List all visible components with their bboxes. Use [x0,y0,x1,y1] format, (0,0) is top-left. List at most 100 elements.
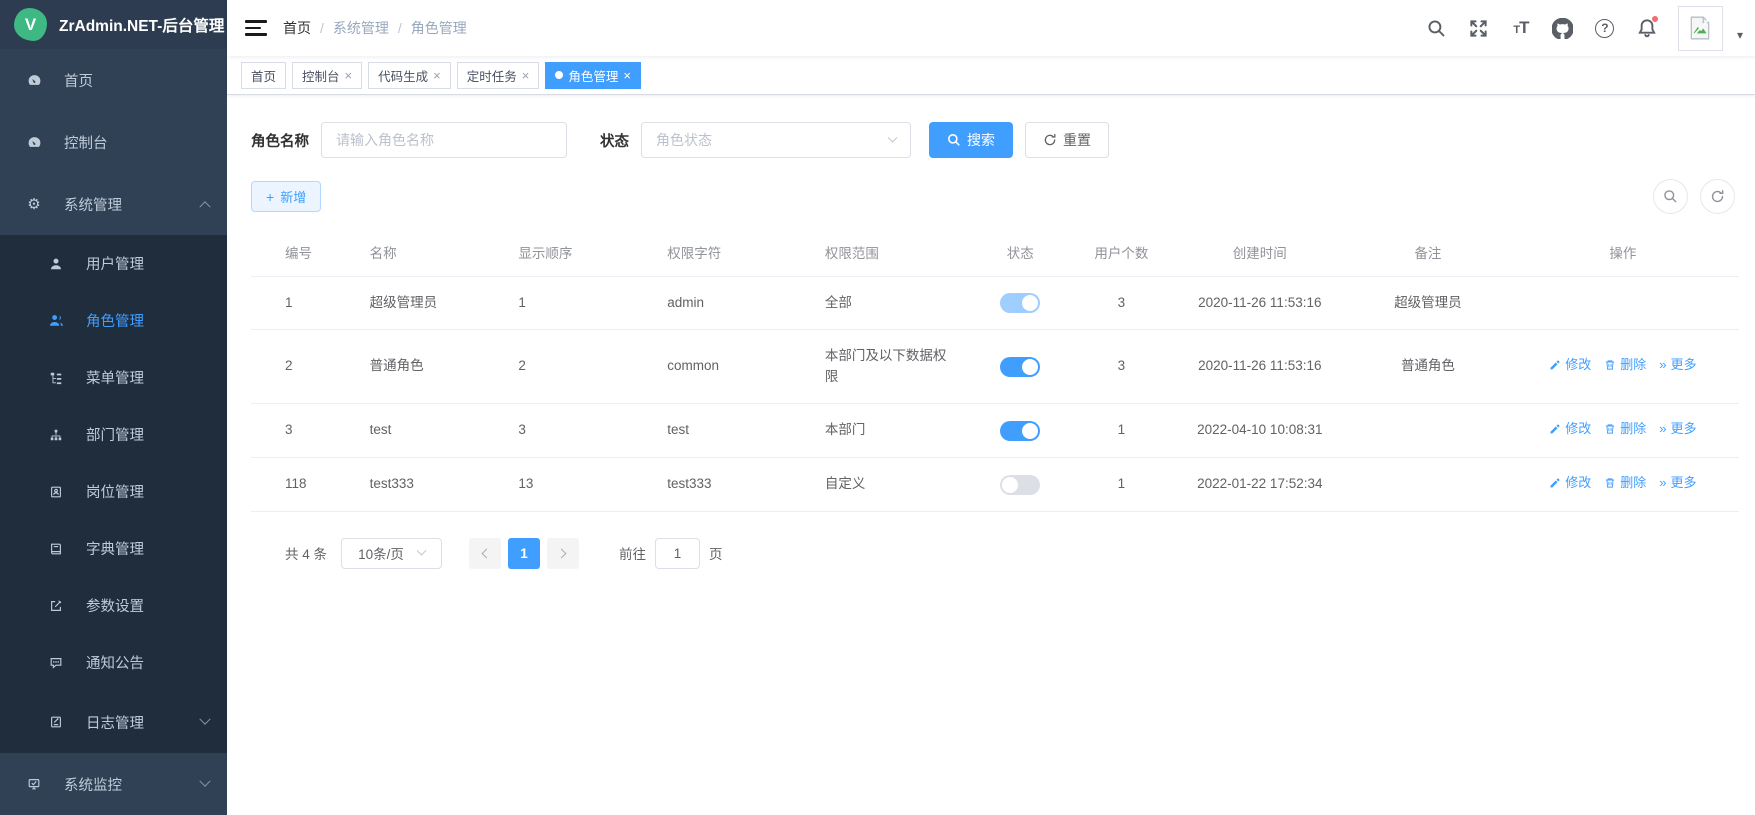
status-toggle[interactable] [1000,421,1040,441]
toggle-search-button[interactable] [1653,179,1688,214]
tab-label: 首页 [251,66,276,85]
more-link[interactable]: »更多 [1659,419,1696,440]
table-row: 118 test333 13 test333 自定义 1 2022-01-22 … [251,457,1739,511]
cell-users: 1 [1072,403,1170,457]
search-icon[interactable] [1420,8,1454,48]
main-area: 首页 / 系统管理 / 角色管理 TT [227,0,1755,815]
close-icon[interactable]: × [623,69,631,82]
app-root: V ZrAdmin.NET-后台管理 首页 控制台 ⚙ 系统管理 [0,0,1755,815]
tab-roles[interactable]: 角色管理 × [545,62,641,89]
tab-scheduled-tasks[interactable]: 定时任务 × [457,62,540,89]
sidebar-item-console[interactable]: 控制台 [0,111,227,173]
sidebar-menu: 首页 控制台 ⚙ 系统管理 用户管理 [0,49,227,815]
next-page-button[interactable] [547,538,579,569]
more-icon: » [1659,419,1666,440]
sidebar-item-posts[interactable]: 岗位管理 [0,463,227,520]
delete-link[interactable]: 删除 [1604,419,1646,440]
more-link[interactable]: »更多 [1659,355,1696,376]
tab-codegen[interactable]: 代码生成 × [368,62,451,89]
sidebar-item-parameters[interactable]: 参数设置 [0,577,227,634]
col-header-scope: 权限范围 [815,228,968,277]
close-icon[interactable]: × [433,69,441,82]
sidebar-item-label: 控制台 [64,132,108,153]
cell-scope: 自定义 [815,457,968,511]
cell-id: 3 [251,403,360,457]
sidebar-item-label: 首页 [64,70,93,91]
chevron-down-icon [199,714,210,725]
sidebar-collapse-icon[interactable] [245,18,267,38]
user-icon [48,256,64,272]
monitor-icon [26,776,42,792]
more-link[interactable]: »更多 [1659,473,1696,494]
help-icon[interactable]: ? [1588,8,1622,48]
tab-home[interactable]: 首页 [241,62,286,89]
sidebar-item-menus[interactable]: 菜单管理 [0,349,227,406]
status-toggle[interactable] [1000,357,1040,377]
close-icon[interactable]: × [345,69,353,82]
fullscreen-icon[interactable] [1462,8,1496,48]
avatar[interactable] [1678,6,1723,51]
comment-icon [48,655,64,671]
caret-down-icon[interactable]: ▾ [1737,28,1743,42]
cell-scope: 本部门 [815,403,968,457]
font-size-icon[interactable]: TT [1504,8,1538,48]
chevron-down-icon [416,545,426,555]
close-icon[interactable]: × [522,69,530,82]
cell-order: 13 [508,457,657,511]
badge-icon [48,484,64,500]
sidebar-group-monitor[interactable]: 系统监控 [0,753,227,815]
edit-link[interactable]: 修改 [1549,473,1591,494]
github-icon[interactable] [1546,8,1580,48]
col-header-status: 状态 [968,228,1072,277]
cell-name: 超级管理员 [360,277,509,330]
breadcrumb-home[interactable]: 首页 [283,18,311,38]
chevron-up-icon [199,201,210,212]
breadcrumb-separator: / [320,20,324,36]
status-toggle[interactable] [1000,475,1040,495]
prev-page-button[interactable] [469,538,501,569]
refresh-button[interactable] [1700,179,1735,214]
sidebar-item-dictionary[interactable]: 字典管理 [0,520,227,577]
sidebar-item-label: 系统管理 [64,194,122,215]
sidebar-item-label: 用户管理 [86,253,144,274]
cell-id: 2 [251,329,360,403]
cell-created: 2022-04-10 10:08:31 [1171,403,1350,457]
reset-button[interactable]: 重置 [1025,122,1109,158]
sidebar-item-roles[interactable]: 角色管理 [0,292,227,349]
delete-link[interactable]: 删除 [1604,355,1646,376]
search-button[interactable]: 搜索 [929,122,1013,158]
plus-icon: + [266,189,274,205]
cell-remark: 超级管理员 [1349,277,1507,330]
tab-label: 控制台 [302,66,340,85]
page-size-select[interactable]: 10条/页 [341,538,442,569]
sidebar-item-label: 通知公告 [86,652,144,673]
page-number-button[interactable]: 1 [508,538,540,569]
role-name-input[interactable] [321,122,567,158]
sidebar-item-users[interactable]: 用户管理 [0,235,227,292]
tab-label: 定时任务 [467,66,517,85]
cell-perm: admin [657,277,815,330]
sidebar-item-home[interactable]: 首页 [0,49,227,111]
status-toggle[interactable] [1000,293,1040,313]
sidebar-group-logs[interactable]: 日志管理 [0,691,227,753]
sidebar-item-notices[interactable]: 通知公告 [0,634,227,691]
goto-page-input[interactable] [655,538,700,569]
bell-icon[interactable] [1630,8,1664,48]
tab-console[interactable]: 控制台 × [292,62,362,89]
more-icon: » [1659,473,1666,494]
cell-remark [1349,457,1507,511]
more-icon: » [1659,355,1666,376]
cell-name: test333 [360,457,509,511]
delete-link[interactable]: 删除 [1604,473,1646,494]
sidebar-item-label: 部门管理 [86,424,144,445]
status-select[interactable]: 角色状态 [641,122,911,158]
edit-link[interactable]: 修改 [1549,355,1591,376]
app-logo-icon: V [14,8,47,41]
sidebar-item-departments[interactable]: 部门管理 [0,406,227,463]
table-row: 2 普通角色 2 common 本部门及以下数据权限 3 2020-11-26 … [251,329,1739,403]
tab-label: 角色管理 [568,66,618,85]
sidebar-group-system[interactable]: ⚙ 系统管理 [0,173,227,235]
logo-bar[interactable]: V ZrAdmin.NET-后台管理 [0,0,227,49]
edit-link[interactable]: 修改 [1549,419,1591,440]
add-button[interactable]: + 新增 [251,181,321,212]
